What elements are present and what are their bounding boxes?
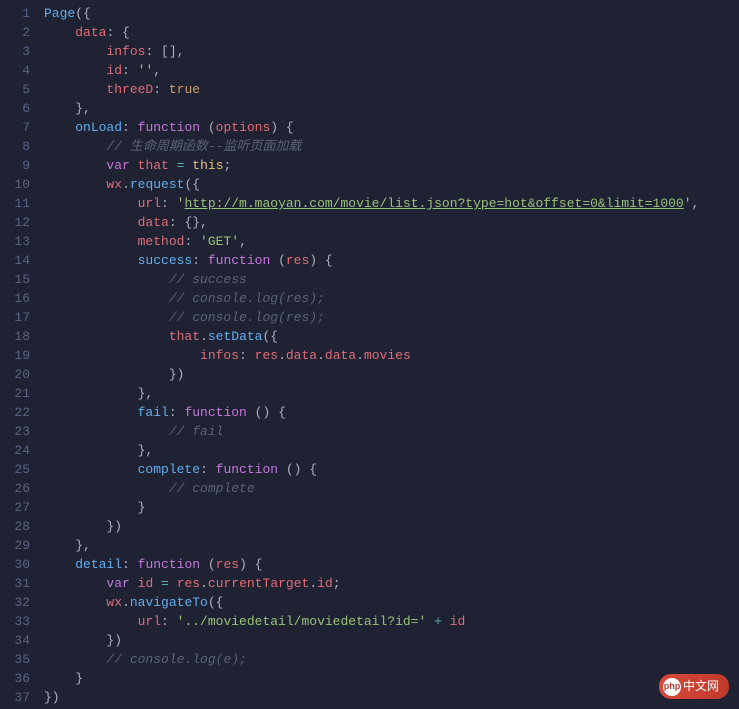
code-line[interactable]: method: 'GET',: [44, 232, 739, 251]
code-line[interactable]: that.setData({: [44, 327, 739, 346]
code-line[interactable]: // console.log(e);: [44, 650, 739, 669]
line-number: 27: [0, 498, 30, 517]
line-number: 29: [0, 536, 30, 555]
line-number: 25: [0, 460, 30, 479]
line-number: 37: [0, 688, 30, 707]
code-line[interactable]: wx.request({: [44, 175, 739, 194]
line-number: 12: [0, 213, 30, 232]
code-line[interactable]: success: function (res) {: [44, 251, 739, 270]
line-number: 33: [0, 612, 30, 631]
line-number: 8: [0, 137, 30, 156]
line-number: 4: [0, 61, 30, 80]
line-number: 9: [0, 156, 30, 175]
code-line[interactable]: // 生命周期函数--监听页面加载: [44, 137, 739, 156]
code-line[interactable]: var that = this;: [44, 156, 739, 175]
line-number: 30: [0, 555, 30, 574]
code-line[interactable]: infos: [],: [44, 42, 739, 61]
code-line[interactable]: }: [44, 498, 739, 517]
line-number: 1: [0, 4, 30, 23]
code-editor[interactable]: 1234567891011121314151617181920212223242…: [0, 0, 739, 709]
line-number: 19: [0, 346, 30, 365]
line-number: 17: [0, 308, 30, 327]
line-number: 10: [0, 175, 30, 194]
code-line[interactable]: onLoad: function (options) {: [44, 118, 739, 137]
code-line[interactable]: url: 'http://m.maoyan.com/movie/list.jso…: [44, 194, 739, 213]
code-line[interactable]: url: '../moviedetail/moviedetail?id=' + …: [44, 612, 739, 631]
line-number: 32: [0, 593, 30, 612]
code-line[interactable]: }): [44, 517, 739, 536]
line-number: 18: [0, 327, 30, 346]
line-number: 23: [0, 422, 30, 441]
line-number: 26: [0, 479, 30, 498]
line-number: 6: [0, 99, 30, 118]
code-line[interactable]: var id = res.currentTarget.id;: [44, 574, 739, 593]
line-number: 24: [0, 441, 30, 460]
line-number: 34: [0, 631, 30, 650]
code-area[interactable]: Page({ data: { infos: [], id: '', threeD…: [44, 0, 739, 709]
code-line[interactable]: },: [44, 384, 739, 403]
line-number: 35: [0, 650, 30, 669]
line-number: 11: [0, 194, 30, 213]
line-number: 14: [0, 251, 30, 270]
code-line[interactable]: // fail: [44, 422, 739, 441]
code-line[interactable]: infos: res.data.data.movies: [44, 346, 739, 365]
line-number: 36: [0, 669, 30, 688]
code-line[interactable]: Page({: [44, 4, 739, 23]
line-number: 13: [0, 232, 30, 251]
code-line[interactable]: }): [44, 631, 739, 650]
watermark-badge: 中文网: [659, 674, 729, 699]
line-number-gutter: 1234567891011121314151617181920212223242…: [0, 0, 44, 709]
code-line[interactable]: }): [44, 688, 739, 707]
code-line[interactable]: },: [44, 441, 739, 460]
code-line[interactable]: id: '',: [44, 61, 739, 80]
code-line[interactable]: threeD: true: [44, 80, 739, 99]
code-line[interactable]: },: [44, 536, 739, 555]
line-number: 5: [0, 80, 30, 99]
watermark-text: 中文网: [683, 677, 719, 696]
line-number: 16: [0, 289, 30, 308]
code-line[interactable]: detail: function (res) {: [44, 555, 739, 574]
line-number: 7: [0, 118, 30, 137]
code-line[interactable]: // console.log(res);: [44, 289, 739, 308]
code-line[interactable]: // complete: [44, 479, 739, 498]
line-number: 3: [0, 42, 30, 61]
code-line[interactable]: data: {: [44, 23, 739, 42]
code-line[interactable]: wx.navigateTo({: [44, 593, 739, 612]
code-line[interactable]: }: [44, 669, 739, 688]
line-number: 31: [0, 574, 30, 593]
line-number: 2: [0, 23, 30, 42]
code-line[interactable]: // console.log(res);: [44, 308, 739, 327]
code-line[interactable]: fail: function () {: [44, 403, 739, 422]
code-line[interactable]: data: {},: [44, 213, 739, 232]
line-number: 22: [0, 403, 30, 422]
line-number: 21: [0, 384, 30, 403]
line-number: 20: [0, 365, 30, 384]
code-line[interactable]: }): [44, 365, 739, 384]
code-line[interactable]: },: [44, 99, 739, 118]
line-number: 15: [0, 270, 30, 289]
code-line[interactable]: // success: [44, 270, 739, 289]
code-line[interactable]: complete: function () {: [44, 460, 739, 479]
line-number: 28: [0, 517, 30, 536]
